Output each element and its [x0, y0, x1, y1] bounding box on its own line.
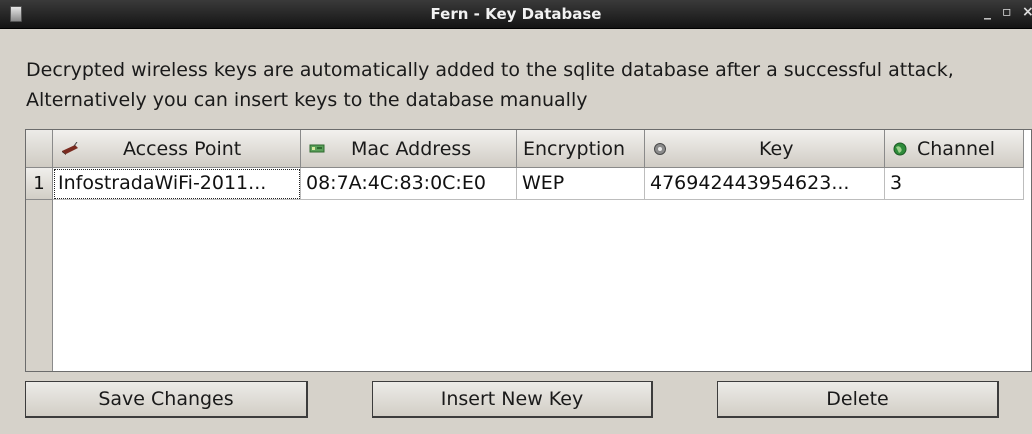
- cell-access-point[interactable]: InfostradaWiFi-2011...: [53, 168, 301, 200]
- window-titlebar[interactable]: Fern - Key Database _ ▫ ×: [0, 0, 1032, 29]
- key-icon: [654, 143, 666, 155]
- network-card-icon: [309, 144, 325, 153]
- description-text: Decrypted wireless keys are automaticall…: [26, 59, 954, 111]
- window-title: Fern - Key Database: [430, 5, 602, 23]
- column-header-key[interactable]: Key: [645, 130, 885, 168]
- column-label: Encryption: [523, 138, 626, 160]
- cell-mac-address[interactable]: 08:7A:4C:83:0C:E0: [301, 168, 517, 200]
- column-label: Key: [759, 138, 794, 160]
- save-changes-button[interactable]: Save Changes: [25, 381, 308, 418]
- row-header-1[interactable]: 1: [26, 168, 52, 200]
- globe-icon: [893, 142, 907, 156]
- delete-button[interactable]: Delete: [717, 381, 999, 418]
- minimize-button[interactable]: _: [984, 4, 991, 20]
- column-label: Channel: [917, 138, 996, 160]
- column-label: Access Point: [123, 138, 242, 160]
- column-header-access-point[interactable]: Access Point: [53, 130, 301, 168]
- key-table[interactable]: Access Point Mac Address Encryption Key …: [25, 129, 1032, 372]
- column-header-channel[interactable]: Channel: [885, 130, 1024, 168]
- cell-encryption[interactable]: WEP: [517, 168, 645, 200]
- table-corner-button[interactable]: [26, 130, 53, 168]
- maximize-button[interactable]: ▫: [1002, 4, 1012, 20]
- column-header-encryption[interactable]: Encryption: [517, 130, 645, 168]
- close-button[interactable]: ×: [1022, 4, 1032, 20]
- column-label: Mac Address: [351, 138, 472, 160]
- access-point-icon: [62, 142, 78, 155]
- cell-channel[interactable]: 3: [885, 168, 1024, 200]
- insert-new-key-button[interactable]: Insert New Key: [372, 381, 653, 418]
- cell-key[interactable]: 476942443954623...: [645, 168, 885, 200]
- row-header-column: 1: [26, 168, 53, 371]
- column-header-mac-address[interactable]: Mac Address: [301, 130, 517, 168]
